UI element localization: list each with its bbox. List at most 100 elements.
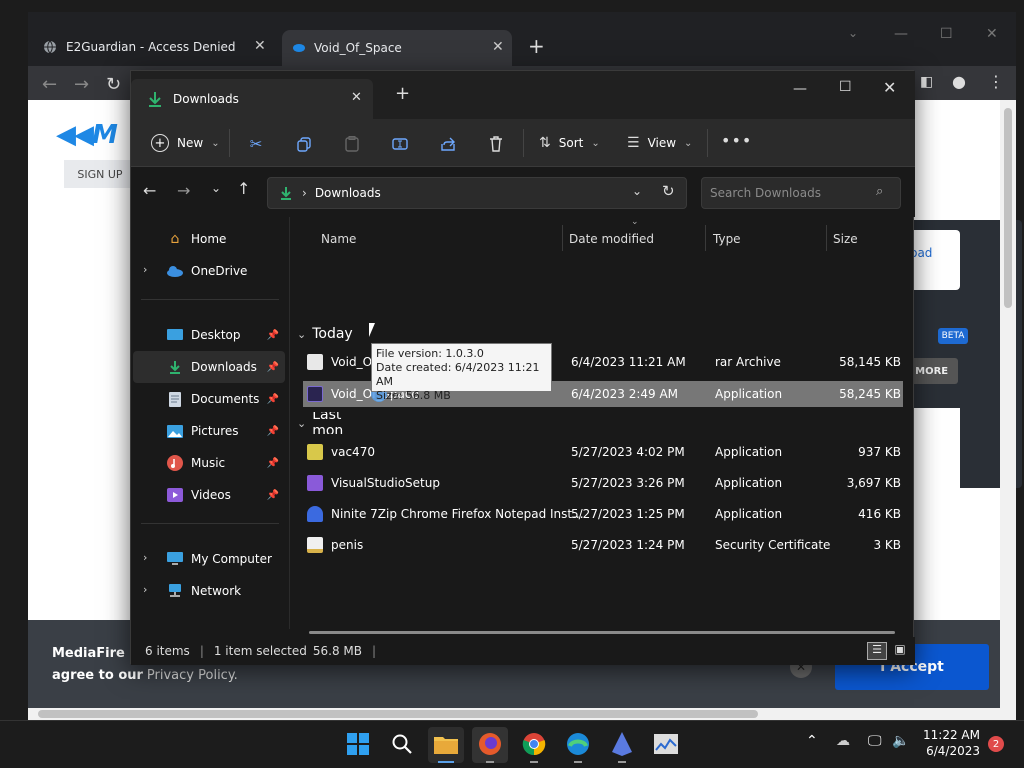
taskbar-chrome[interactable]: [516, 727, 552, 763]
tiles-view-icon[interactable]: ▣: [891, 642, 909, 660]
scissors-icon[interactable]: ✂: [247, 135, 265, 153]
plus-circle-icon: +: [151, 134, 169, 152]
new-tab-icon[interactable]: +: [528, 34, 545, 58]
pin-icon[interactable]: 📌: [267, 362, 279, 373]
start-button[interactable]: [340, 727, 376, 763]
details-view-icon[interactable]: ☰: [867, 642, 887, 660]
notification-badge[interactable]: 2: [988, 736, 1004, 752]
volume-icon[interactable]: 🔈: [892, 733, 909, 749]
minimize-icon[interactable]: —: [793, 81, 807, 97]
pane-divider[interactable]: [289, 217, 290, 629]
column-header-type[interactable]: Type: [713, 227, 741, 251]
column-divider[interactable]: [562, 225, 563, 251]
close-icon[interactable]: ✕: [492, 39, 504, 55]
nav-item-home[interactable]: ⌂ Home: [133, 225, 285, 253]
chevron-right-icon[interactable]: ›: [143, 263, 147, 276]
nav-item-network[interactable]: › Network: [133, 577, 285, 605]
pin-icon[interactable]: 📌: [267, 458, 279, 469]
file-explorer-window: Downloads ✕ + — ☐ ✕ + New ⌄ ✂ ⇅ Sort ⌄ ☰…: [130, 70, 915, 665]
rename-icon[interactable]: [391, 135, 409, 153]
refresh-icon[interactable]: ↻: [662, 182, 675, 200]
column-divider[interactable]: [826, 225, 827, 251]
taskbar-edge[interactable]: [560, 727, 596, 763]
browser-tab-e2guardian[interactable]: E2Guardian - Access Denied ✕: [42, 32, 272, 62]
back-icon[interactable]: ←: [42, 74, 57, 95]
taskbar-task-manager[interactable]: [648, 727, 684, 763]
nav-item-desktop[interactable]: Desktop 📌: [133, 321, 285, 349]
explorer-tab-downloads[interactable]: Downloads ✕: [131, 79, 373, 119]
file-name: VisualStudioSetup: [331, 476, 440, 490]
breadcrumb-downloads[interactable]: Downloads: [315, 186, 381, 200]
nav-item-music[interactable]: Music 📌: [133, 449, 285, 477]
scrollbar-vertical[interactable]: [1000, 100, 1016, 720]
new-button[interactable]: + New ⌄: [151, 127, 220, 159]
scrollbar-horizontal[interactable]: [28, 708, 1000, 720]
close-icon[interactable]: ✕: [254, 38, 266, 54]
new-tab-icon[interactable]: +: [395, 83, 410, 104]
search-input[interactable]: Search Downloads ⌕: [701, 177, 901, 209]
pin-icon[interactable]: 📌: [267, 490, 279, 501]
close-icon[interactable]: ✕: [351, 90, 362, 105]
forward-icon[interactable]: →: [74, 74, 89, 95]
reload-icon[interactable]: ↻: [106, 74, 121, 95]
taskbar-file-explorer[interactable]: [428, 727, 464, 763]
group-header-last-month[interactable]: ⌄ Last mon: [295, 412, 365, 434]
clock[interactable]: 11:22 AM 6/4/2023: [918, 727, 980, 759]
sidebar-icon[interactable]: ◧: [920, 74, 933, 90]
group-header-today[interactable]: ⌄ Today: [295, 323, 353, 345]
share-icon[interactable]: [439, 135, 457, 153]
forward-icon[interactable]: →: [177, 181, 190, 200]
chevron-down-icon[interactable]: ⌄: [632, 184, 642, 198]
nav-item-pictures[interactable]: Pictures 📌: [133, 417, 285, 445]
chevron-right-icon[interactable]: ›: [143, 551, 147, 564]
more-options-icon[interactable]: •••: [721, 131, 752, 150]
column-header-date[interactable]: Date modified: [569, 227, 654, 251]
signup-button[interactable]: SIGN UP: [64, 160, 136, 188]
close-icon[interactable]: ✕: [883, 78, 896, 97]
back-icon[interactable]: ←: [143, 181, 156, 200]
pin-icon[interactable]: 📌: [267, 426, 279, 437]
nav-item-onedrive[interactable]: › OneDrive: [133, 257, 285, 285]
taskbar-firefox[interactable]: [472, 727, 508, 763]
column-header-name[interactable]: Name: [321, 227, 356, 251]
nav-item-downloads[interactable]: Downloads 📌: [133, 351, 285, 383]
file-row[interactable]: penis 5/27/2023 1:24 PM Security Certifi…: [303, 532, 903, 558]
recent-locations-chevron-icon[interactable]: ⌄: [211, 181, 221, 195]
paste-icon[interactable]: [343, 135, 361, 153]
nav-item-videos[interactable]: Videos 📌: [133, 481, 285, 509]
scrollbar-thumb[interactable]: [38, 710, 758, 718]
view-button[interactable]: ☰ View ⌄: [627, 127, 692, 159]
file-row[interactable]: vac470 5/27/2023 4:02 PM Application 937…: [303, 439, 903, 465]
minimize-icon[interactable]: —: [894, 26, 908, 42]
cloud-offline-icon[interactable]: ☁: [836, 733, 850, 749]
file-row[interactable]: VisualStudioSetup 5/27/2023 3:26 PM Appl…: [303, 470, 903, 496]
chevron-up-icon[interactable]: ⌃: [806, 733, 818, 749]
nav-item-my-computer[interactable]: › My Computer: [133, 545, 285, 573]
taskbar-app[interactable]: [604, 727, 640, 763]
maximize-icon[interactable]: ☐: [940, 26, 953, 42]
chevron-right-icon[interactable]: ›: [143, 583, 147, 596]
scrollbar-thumb[interactable]: [1004, 108, 1012, 308]
trash-icon[interactable]: [487, 135, 505, 153]
chevron-down-icon[interactable]: ⌄: [848, 26, 858, 40]
copy-icon[interactable]: [295, 135, 313, 153]
address-bar[interactable]: › Downloads ⌄ ↻: [267, 177, 687, 209]
sort-button[interactable]: ⇅ Sort ⌄: [539, 127, 600, 159]
browser-tab-void-of-space[interactable]: Void_Of_Space ✕: [282, 30, 512, 66]
nav-item-documents[interactable]: Documents 📌: [133, 385, 285, 413]
search-button[interactable]: [384, 727, 420, 763]
maximize-icon[interactable]: ☐: [839, 79, 852, 95]
monitor-icon[interactable]: 🖵: [868, 733, 882, 749]
profile-icon[interactable]: ●: [952, 72, 966, 91]
column-divider[interactable]: [705, 225, 706, 251]
menu-icon[interactable]: ⋮: [988, 72, 1004, 91]
horizontal-scrollbar[interactable]: [309, 631, 895, 634]
column-header-size[interactable]: Size: [833, 227, 858, 251]
close-icon[interactable]: ✕: [986, 26, 998, 42]
pin-icon[interactable]: 📌: [267, 330, 279, 341]
privacy-policy-link[interactable]: Privacy Policy.: [147, 668, 238, 683]
tooltip-line: Date created: 6/4/2023 11:21 AM: [376, 361, 540, 388]
file-row[interactable]: Ninite 7Zip Chrome Firefox Notepad Inst.…: [303, 501, 903, 527]
pin-icon[interactable]: 📌: [267, 394, 279, 405]
up-arrow-icon[interactable]: ↑: [237, 179, 250, 198]
